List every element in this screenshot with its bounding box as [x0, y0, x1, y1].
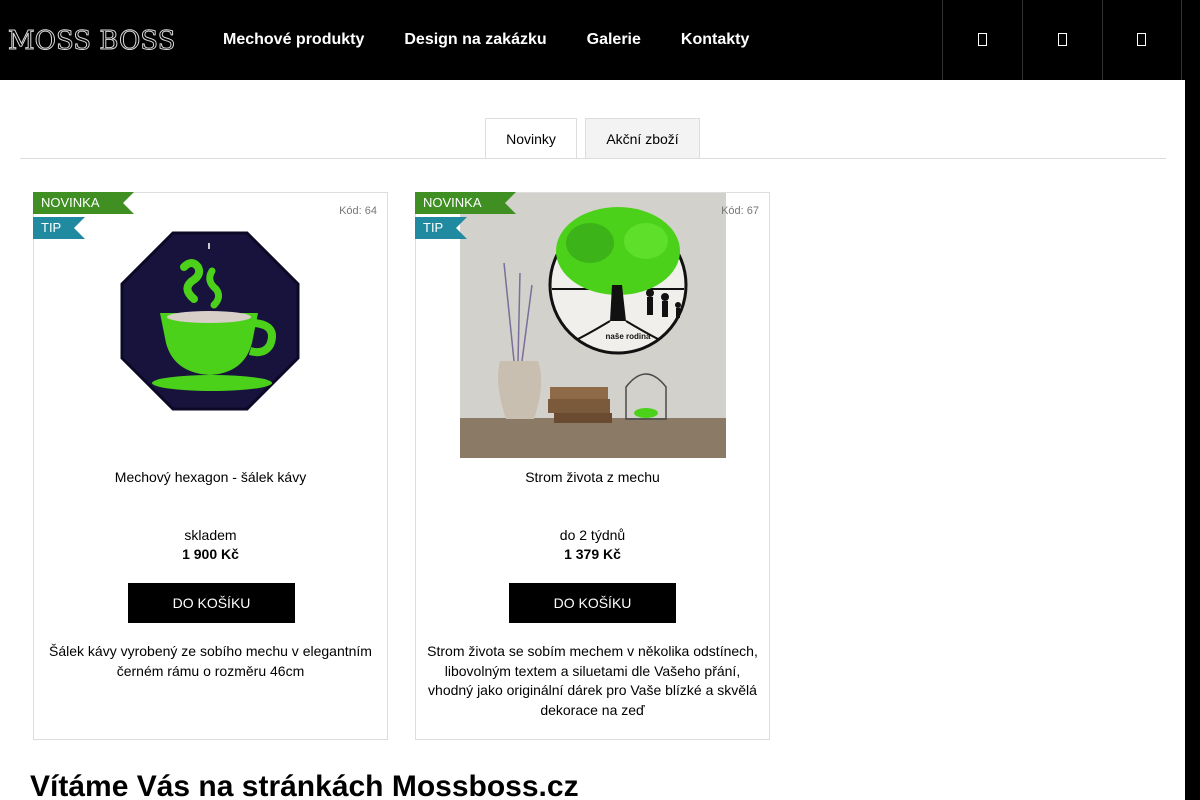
- product-card[interactable]: naše rodina NOVINKA TIP Kód: 67 Strom ži…: [415, 192, 770, 740]
- nav-gallery[interactable]: Galerie: [587, 31, 641, 49]
- badge-tip: TIP: [33, 217, 85, 239]
- tabs-divider: [20, 158, 1166, 159]
- add-to-cart-button[interactable]: DO KOŠÍKU: [128, 583, 295, 623]
- product-price: 1 379 Kč: [564, 546, 621, 562]
- add-to-cart-button[interactable]: DO KOŠÍKU: [509, 583, 676, 623]
- product-description: Strom života se sobím mechem v několika …: [427, 643, 758, 718]
- product-description: Šálek kávy vyrobený ze sobího mechu v el…: [49, 643, 372, 679]
- product-availability: skladem: [184, 527, 237, 543]
- user-icon[interactable]: [1022, 0, 1102, 80]
- product-image[interactable]: naše rodina: [460, 193, 726, 458]
- image-caption: naše rodina: [606, 332, 651, 341]
- search-icon[interactable]: [942, 0, 1022, 80]
- logo-text: MOSS BOSS: [8, 26, 176, 57]
- top-navigation-bar: MOSS BOSS Mechové produkty Design na zak…: [0, 0, 1185, 80]
- welcome-heading: Vítáme Vás na stránkách Mossboss.cz: [30, 770, 579, 800]
- product-code: Kód: 64: [339, 205, 377, 217]
- badge-new: NOVINKA: [415, 192, 516, 214]
- product-code: Kód: 67: [721, 205, 759, 217]
- product-image[interactable]: [120, 231, 300, 411]
- nav-custom-design[interactable]: Design na zakázku: [404, 31, 546, 49]
- logo[interactable]: MOSS BOSS: [8, 26, 202, 57]
- tab-novinky[interactable]: Novinky: [485, 118, 577, 159]
- header-icons: [942, 0, 1182, 80]
- badge-new: NOVINKA: [33, 192, 134, 214]
- tab-akcni-zbozi[interactable]: Akční zboží: [585, 118, 700, 158]
- nav-moss-products[interactable]: Mechové produkty: [223, 31, 364, 49]
- product-card[interactable]: NOVINKA TIP Kód: 64 Mechový hexagon - šá…: [33, 192, 388, 740]
- page-edge-strip: [1185, 0, 1200, 800]
- nav-contacts[interactable]: Kontakty: [681, 31, 749, 49]
- product-availability: do 2 týdnů: [559, 527, 626, 543]
- cart-icon[interactable]: [1102, 0, 1182, 80]
- product-name[interactable]: Strom života z mechu: [416, 469, 769, 485]
- product-price: 1 900 Kč: [182, 546, 239, 562]
- product-name[interactable]: Mechový hexagon - šálek kávy: [34, 469, 387, 485]
- main-nav: Mechové produkty Design na zakázku Galer…: [223, 0, 789, 80]
- badge-tip: TIP: [415, 217, 467, 239]
